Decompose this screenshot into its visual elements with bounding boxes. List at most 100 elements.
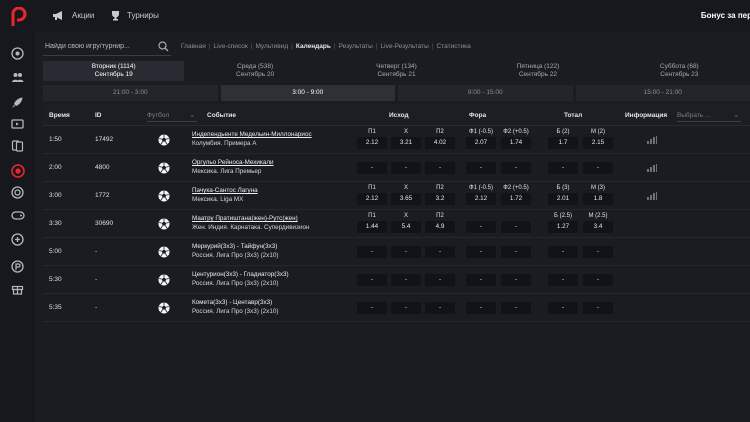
odds-button[interactable]: - [466, 246, 496, 258]
odds-button[interactable]: - [583, 246, 613, 258]
odds-button[interactable]: - [391, 246, 421, 258]
tv-icon[interactable] [10, 116, 25, 131]
odds-button[interactable]: - [583, 302, 613, 314]
odds-button[interactable]: 4.02 [425, 137, 455, 149]
crumb-statistics[interactable]: Статистика [437, 43, 471, 50]
gift-icon[interactable] [10, 281, 25, 296]
rocket-icon[interactable] [10, 95, 25, 110]
odds-button[interactable]: - [466, 302, 496, 314]
table-row[interactable]: 5:00 - Меркурий(3х3) - Тайфун(3х3) Россия. … [43, 238, 750, 266]
odds-button[interactable]: - [466, 274, 496, 286]
odds-button[interactable]: 3.2 [425, 193, 455, 205]
odds-button[interactable]: 1.7 [548, 137, 578, 149]
odds-button[interactable]: 2.07 [466, 137, 496, 149]
event-teams-link[interactable]: Индепендьенте Медельин-Миллонариос [192, 130, 312, 139]
table-row[interactable]: 5:30 - Центурион(3х3) - Гладиатор(3х3) Росс… [43, 266, 750, 294]
odds-button[interactable]: 3.4 [583, 221, 613, 233]
time-slot-tab[interactable]: 9:00 - 15:00 [398, 85, 573, 101]
info-select[interactable]: Выбрать ... ⌄ [677, 108, 741, 122]
table-row[interactable]: 3:00 1772 Пачука-Сантос Лагуна Мексика. Lig… [43, 182, 750, 210]
crumb-live-list[interactable]: Live-список [213, 43, 247, 50]
odds-button[interactable]: - [548, 302, 578, 314]
odds-button[interactable]: 3.65 [391, 193, 421, 205]
odds-button[interactable]: - [583, 162, 613, 174]
odds-button[interactable]: 2.12 [357, 137, 387, 149]
tournaments-link[interactable]: Турниры [110, 10, 159, 21]
day-tab[interactable]: Вторник (1114) Сентябрь 19 [43, 61, 185, 81]
odds-button[interactable]: - [391, 162, 421, 174]
crumb-live-results[interactable]: Live-Результаты [381, 43, 429, 50]
time-slot-tab[interactable]: 15:00 - 21:00 [575, 85, 750, 101]
event-teams-link[interactable]: Комета(3х3) - Центавр(3х3) [192, 298, 278, 307]
table-row[interactable]: 3:30 30690 Маатру Пратиштана(жен)-Рутс(жен… [43, 210, 750, 238]
odds-button[interactable]: 1.8 [583, 193, 613, 205]
crumb-home[interactable]: Главная [181, 43, 206, 50]
roulette-icon[interactable] [10, 163, 25, 178]
odds-button[interactable]: - [548, 162, 578, 174]
day-tab[interactable]: Четверг (134) Сентябрь 21 [326, 61, 467, 81]
odds-button[interactable]: - [425, 274, 455, 286]
brand-logo[interactable] [9, 7, 29, 27]
statistics-bars-icon[interactable] [647, 192, 657, 200]
day-tab[interactable]: Пятница (122) Сентябрь 22 [467, 61, 608, 81]
odds-button[interactable]: 4.9 [425, 221, 455, 233]
odds-button[interactable]: - [501, 246, 531, 258]
odds-button[interactable]: - [466, 221, 496, 233]
table-row[interactable]: 5:35 - Комета(3х3) - Центавр(3х3) Россия. Л… [43, 294, 750, 322]
odds-button[interactable]: - [425, 162, 455, 174]
joystick-icon[interactable] [10, 232, 25, 247]
event-teams-link[interactable]: Пачука-Сантос Лагуна [192, 186, 258, 195]
event-teams-link[interactable]: Оргульо Рейноса-Мехикали [192, 158, 274, 167]
target-icon[interactable] [10, 185, 25, 200]
search-icon[interactable] [158, 41, 169, 52]
odds-button[interactable]: 2.01 [548, 193, 578, 205]
event-teams-link[interactable]: Центурион(3х3) - Гладиатор(3х3) [192, 270, 289, 279]
sport-select[interactable]: Футбол ⌄ [147, 108, 197, 122]
event-teams-link[interactable]: Маатру Пратиштана(жен)-Рутс(жен) [192, 214, 309, 223]
odds-button[interactable]: - [501, 221, 531, 233]
odds-button[interactable]: - [501, 302, 531, 314]
odds-button[interactable]: - [583, 274, 613, 286]
odds-button[interactable]: - [391, 274, 421, 286]
odds-button[interactable]: - [357, 162, 387, 174]
odds-button[interactable]: - [501, 274, 531, 286]
odds-button[interactable]: 2.12 [466, 193, 496, 205]
odds-button[interactable]: - [548, 246, 578, 258]
poker-chip-icon[interactable] [10, 259, 25, 274]
cards-icon[interactable] [10, 138, 25, 153]
statistics-bars-icon[interactable] [647, 164, 657, 172]
time-slot-tab[interactable]: 3:00 - 9:00 [220, 85, 395, 101]
table-row[interactable]: 1:50 17492 Индепендьенте Медельин-Миллонар… [43, 126, 750, 154]
odds-button[interactable]: 1.74 [501, 137, 531, 149]
crumb-calendar[interactable]: Календарь [296, 43, 331, 50]
odds-button[interactable]: - [425, 302, 455, 314]
promotions-link[interactable]: Акции [52, 10, 94, 21]
soccer-icon[interactable] [10, 46, 25, 61]
odds-button[interactable]: - [357, 302, 387, 314]
odds-button[interactable]: 1.44 [357, 221, 387, 233]
day-tab[interactable]: Среда (538) Сентябрь 20 [184, 61, 325, 81]
odds-button[interactable]: - [357, 246, 387, 258]
crumb-multiview[interactable]: Мультивид [255, 43, 288, 50]
odds-button[interactable]: - [357, 274, 387, 286]
odds-button[interactable]: - [501, 162, 531, 174]
odds-button[interactable]: 5.4 [391, 221, 421, 233]
crumb-results[interactable]: Результаты [339, 43, 373, 50]
gamepad-icon[interactable] [10, 208, 25, 223]
odds-button[interactable]: - [466, 162, 496, 174]
odds-button[interactable]: - [391, 302, 421, 314]
odds-button[interactable]: - [425, 246, 455, 258]
people-icon[interactable] [10, 70, 25, 85]
event-teams-link[interactable]: Меркурий(3х3) - Тайфун(3х3) [192, 242, 278, 251]
odds-button[interactable]: 2.15 [583, 137, 613, 149]
statistics-bars-icon[interactable] [647, 136, 657, 144]
odds-button[interactable]: 1.72 [501, 193, 531, 205]
search-input[interactable] [43, 38, 153, 54]
odds-button[interactable]: 2.12 [357, 193, 387, 205]
day-tab[interactable]: Суббота (68) Сентябрь 23 [609, 61, 750, 81]
odds-button[interactable]: - [548, 274, 578, 286]
table-row[interactable]: 2:00 4800 Оргульо Рейноса-Мехикали Мексика.… [43, 154, 750, 182]
odds-button[interactable]: 3.21 [391, 137, 421, 149]
odds-button[interactable]: 1.27 [548, 221, 578, 233]
time-slot-tab[interactable]: 21:00 - 3:00 [43, 85, 218, 101]
